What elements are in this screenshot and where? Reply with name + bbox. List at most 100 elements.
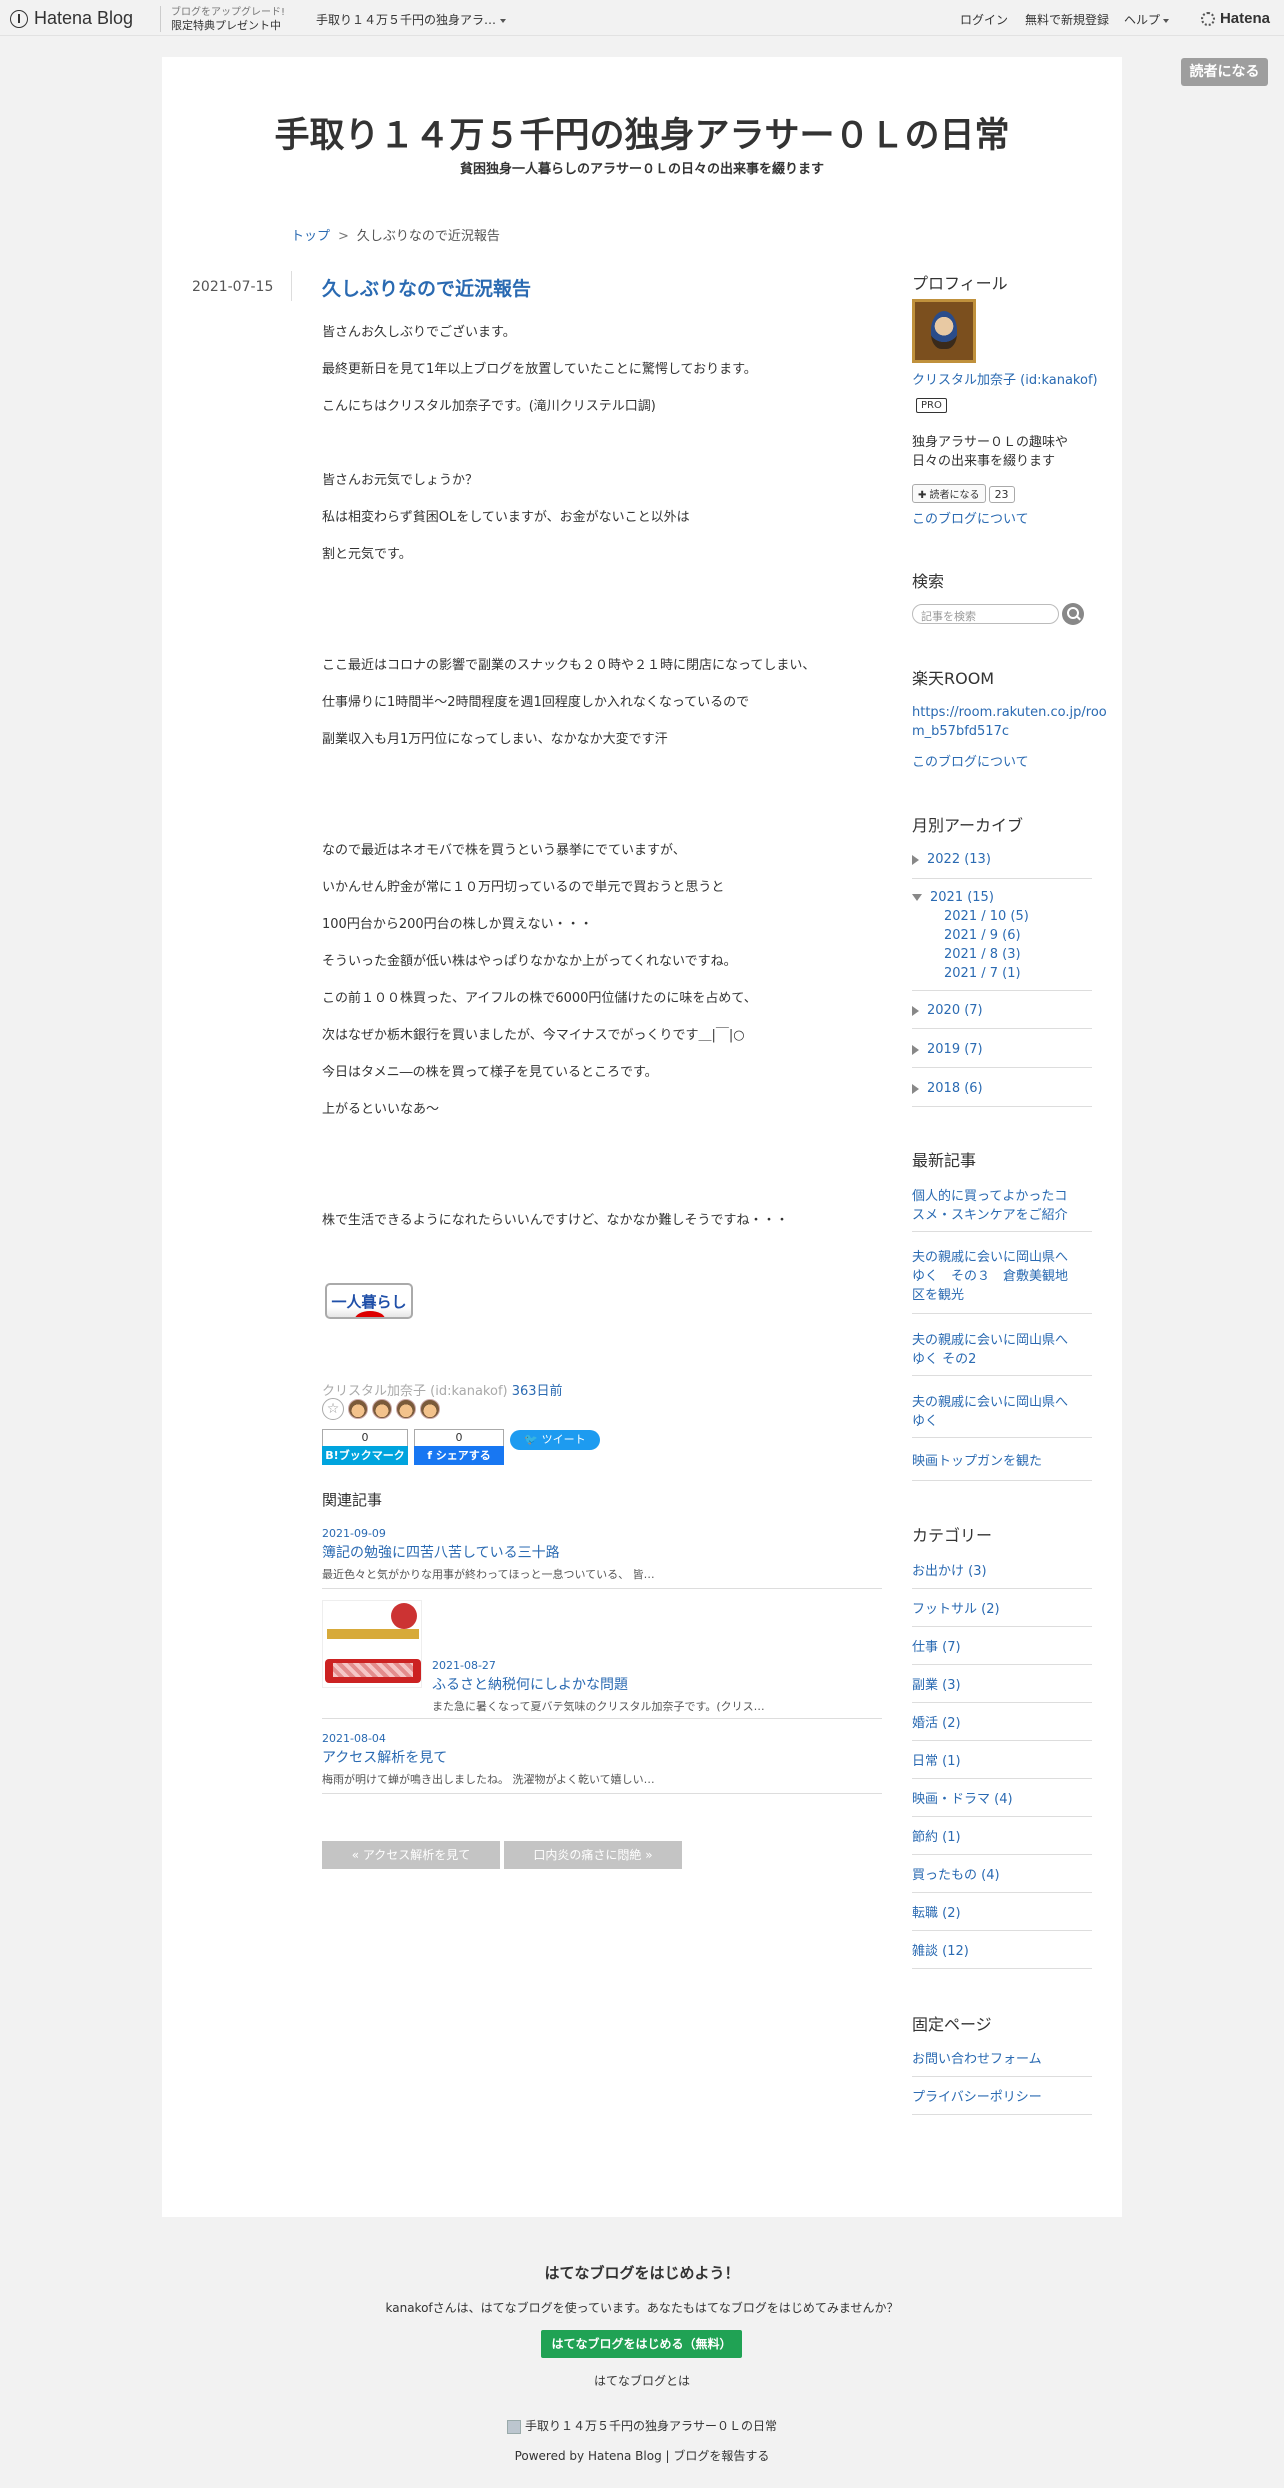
- footer-message: kanakofさんは、はてなブログを使っています。あなたもはてなブログをはじめて…: [385, 2301, 899, 2315]
- tweet-button[interactable]: 🐦 ツイート: [510, 1430, 600, 1450]
- archive-year-2022[interactable]: 2022 (13): [912, 850, 991, 869]
- related-entry[interactable]: 2021-08-27 ふるさと納税何にしよかな問題 また急に暑くなって夏バテ気味…: [322, 1592, 882, 1719]
- recent-entry-link[interactable]: 映画トップガンを観た: [912, 1452, 1042, 1471]
- related-entry-thumbnail[interactable]: [322, 1600, 422, 1688]
- related-entry[interactable]: 2021-08-04 アクセス解析を見て 梅雨が明けて蝉が鳴き出しましたね。 洗…: [322, 1732, 882, 1794]
- hatena-brand[interactable]: Hatena: [1200, 10, 1270, 27]
- breadcrumb-top-link[interactable]: トップ: [291, 229, 330, 244]
- recent-entry-link[interactable]: 夫の親戚に会いに岡山県へ ゆく: [912, 1393, 1068, 1431]
- recent-entry-line: 区を観光: [912, 1288, 965, 1303]
- prev-entry-button[interactable]: « アクセス解析を見て: [322, 1841, 500, 1869]
- subscribe-float-button[interactable]: 読者になる: [1181, 58, 1268, 86]
- related-entry-title[interactable]: ふるさと納税何にしよかな問題: [432, 1674, 872, 1694]
- recent-entry-line: 夫の親戚に会いに岡山県へ: [912, 1395, 1069, 1410]
- collapse-triangle-icon[interactable]: [912, 894, 922, 901]
- archive-year-2021[interactable]: 2021 (15): [912, 888, 994, 907]
- fixed-page-link[interactable]: お問い合わせフォーム: [912, 2050, 1042, 2069]
- bookmark-count: 0: [322, 1429, 408, 1446]
- rakuten-room-link[interactable]: https://room.rakuten.co.jp/roo m_b57bfd51…: [912, 703, 1107, 741]
- recent-entry-link[interactable]: 個人的に買ってよかったコ スメ・スキンケアをご紹介: [912, 1187, 1068, 1225]
- expand-triangle-icon[interactable]: [912, 1083, 919, 1094]
- entry-paragraph: 株で生活できるようになれたらいいんですけど、なかなか難しそうですね・・・: [322, 1213, 789, 1228]
- related-entries-heading: 関連記事: [322, 1491, 383, 1509]
- footer-blog-link[interactable]: 手取り１４万５千円の独身アラサー０Ｌの日常: [0, 2417, 1284, 2434]
- next-entry-button[interactable]: 口内炎の痛さに悶絶 »: [504, 1841, 682, 1869]
- expand-triangle-icon[interactable]: [912, 1005, 919, 1016]
- upgrade-promo[interactable]: ブログをアップグレード! 限定特典プレゼント中: [160, 6, 285, 32]
- hatena-blog-logo[interactable]: Hatena Blog: [10, 8, 133, 29]
- related-entry[interactable]: 2021-09-09 簿記の勉強に四苦八苦している三十路 最近色々と気がかりな用…: [322, 1527, 882, 1589]
- add-star-icon[interactable]: ☆: [322, 1398, 344, 1420]
- archive-year-label: 2019 (7): [927, 1042, 983, 1057]
- rakuten-about-link[interactable]: このブログについて: [912, 753, 1029, 772]
- recent-entry-line: ゆく その2: [912, 1352, 977, 1367]
- star-user-avatar[interactable]: [396, 1399, 416, 1419]
- archive-year-2020[interactable]: 2020 (7): [912, 1001, 983, 1020]
- archive-month-link[interactable]: 2021 / 7 (1): [944, 964, 1021, 983]
- recent-entry-line: スメ・スキンケアをご紹介: [912, 1208, 1068, 1223]
- about-blog-link[interactable]: このブログについて: [912, 510, 1029, 529]
- footer-heading: はてなブログをはじめよう！: [544, 2264, 740, 2282]
- recent-entry-link[interactable]: 夫の親戚に会いに岡山県へ ゆく その2: [912, 1331, 1068, 1369]
- recent-entry-line: 映画トップガンを観た: [912, 1454, 1043, 1469]
- entry-paragraph: 皆さんお久しぶりでございます。: [322, 325, 516, 340]
- star-user-avatar[interactable]: [372, 1399, 392, 1419]
- expand-triangle-icon[interactable]: [912, 854, 919, 865]
- category-link[interactable]: 節約 (1): [912, 1828, 961, 1847]
- category-link[interactable]: 仕事 (7): [912, 1638, 961, 1657]
- thumb-package-bottom: [325, 1659, 421, 1683]
- divider: [912, 1028, 1092, 1029]
- hatena-bookmark-button[interactable]: 0 B!ブックマーク: [322, 1429, 408, 1465]
- archive-month-link[interactable]: 2021 / 8 (3): [944, 945, 1021, 964]
- about-hatena-blog-link[interactable]: はてなブログとは: [0, 2372, 1284, 2389]
- blog-selector[interactable]: 手取り１４万５千円の独身アラ…: [316, 11, 507, 28]
- search-heading: 検索: [912, 572, 945, 591]
- entry-title[interactable]: 久しぶりなので近況報告: [322, 274, 531, 301]
- subscribe-button[interactable]: ✚ 読者になる: [912, 484, 986, 503]
- powered-by-link[interactable]: Powered by Hatena Blog: [515, 2449, 662, 2463]
- start-blog-button[interactable]: はてなブログをはじめる（無料）: [541, 2330, 742, 2358]
- archive-month-link[interactable]: 2021 / 10 (5): [944, 907, 1029, 926]
- facebook-share-button[interactable]: 0 f シェアする: [414, 1429, 504, 1465]
- related-entry-title[interactable]: 簿記の勉強に四苦八苦している三十路: [322, 1542, 882, 1562]
- blog-village-banner[interactable]: 一人暮らし: [325, 1283, 413, 1319]
- archive-month-link[interactable]: 2021 / 9 (6): [944, 926, 1021, 945]
- entry-date[interactable]: 2021-07-15: [192, 279, 273, 295]
- category-link[interactable]: 雑談 (12): [912, 1942, 969, 1961]
- sidebar-search-section: 検索: [912, 568, 1092, 592]
- profile-heading: プロフィール: [912, 274, 1008, 293]
- archive-year-2018[interactable]: 2018 (6): [912, 1079, 983, 1098]
- expand-triangle-icon[interactable]: [912, 1044, 919, 1055]
- profile-name-link[interactable]: クリスタル加奈子 (id:kanakof): [912, 371, 1098, 390]
- entry-time-link[interactable]: 363日前: [512, 1384, 563, 1399]
- blog-title[interactable]: 手取り１４万５千円の独身アラサー０Ｌの日常: [162, 107, 1122, 158]
- divider: [912, 1816, 1092, 1817]
- fixed-page-link[interactable]: プライバシーポリシー: [912, 2088, 1042, 2107]
- category-link[interactable]: 副業 (3): [912, 1676, 961, 1695]
- entry-paragraph: 副業収入も月1万円位になってしまい、なかなか大変です汗: [322, 732, 668, 747]
- star-user-avatar[interactable]: [348, 1399, 368, 1419]
- category-link[interactable]: 日常 (1): [912, 1752, 961, 1771]
- help-menu[interactable]: ヘルプ: [1124, 11, 1170, 28]
- category-link[interactable]: フットサル (2): [912, 1600, 1000, 1619]
- report-blog-link[interactable]: ブログを報告する: [673, 2449, 769, 2463]
- category-link[interactable]: 転職 (2): [912, 1904, 961, 1923]
- profile-bio: 独身アラサー０Ｌの趣味や 日々の出来事を綴ります: [912, 433, 1068, 471]
- signup-link[interactable]: 無料で新規登録: [1025, 11, 1109, 28]
- subscriber-count[interactable]: 23: [988, 486, 1015, 503]
- category-link[interactable]: 買ったもの (4): [912, 1866, 1000, 1885]
- category-link[interactable]: 映画・ドラマ (4): [912, 1790, 1013, 1809]
- search-input[interactable]: 記事を検索: [912, 604, 1059, 624]
- recent-entry-link[interactable]: 夫の親戚に会いに岡山県へ ゆく その３ 倉敷美観地 区を観光: [912, 1248, 1068, 1305]
- divider: [912, 1930, 1092, 1931]
- related-entry-title[interactable]: アクセス解析を見て: [322, 1747, 882, 1767]
- category-link[interactable]: 婚活 (2): [912, 1714, 961, 1733]
- star-user-avatar[interactable]: [420, 1399, 440, 1419]
- search-icon[interactable]: [1062, 603, 1084, 625]
- login-link[interactable]: ログイン: [960, 11, 1008, 28]
- hatena-top-bar: Hatena Blog ブログをアップグレード! 限定特典プレゼント中 手取り１…: [0, 0, 1284, 36]
- archive-year-2019[interactable]: 2019 (7): [912, 1040, 983, 1059]
- profile-avatar[interactable]: [912, 299, 976, 363]
- category-link[interactable]: お出かけ (3): [912, 1562, 987, 1581]
- pro-badge: PRO: [916, 398, 947, 413]
